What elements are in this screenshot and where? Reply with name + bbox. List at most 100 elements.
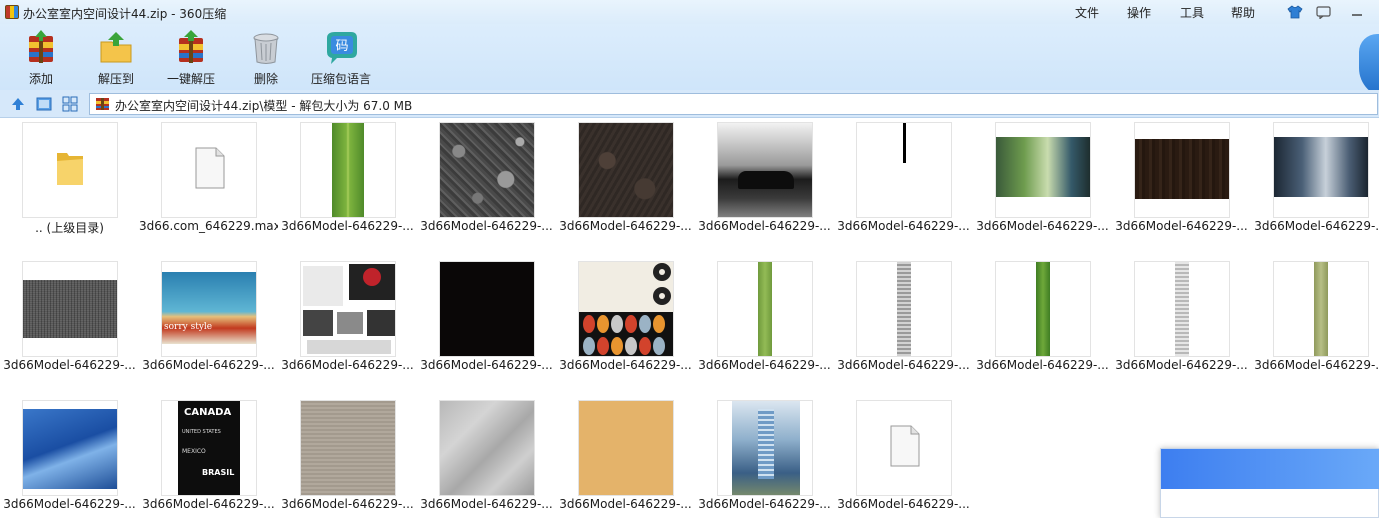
file-item[interactable]: 3d66Model-646229-... [278,119,417,253]
file-item[interactable]: 3d66Model-646229-... [1112,119,1251,253]
notification-popup[interactable] [1160,448,1379,518]
archive-language-icon: 码 [327,32,357,64]
file-item[interactable]: 3d66Model-646229-... [973,258,1112,392]
file-item[interactable]: 3d66Model-646229-... [417,258,556,392]
file-item[interactable]: 3d66Model-646229-... [695,397,834,518]
parent-directory-item[interactable]: .. (上级目录) [0,119,139,253]
file-item[interactable]: 3d66Model-646229-... [695,119,834,253]
svg-text:码: 码 [335,39,348,54]
file-name: 3d66Model-646229-... [142,358,275,372]
file-thumbnail [717,261,813,357]
strip-texture-thumbnail [1314,262,1328,356]
file-thumbnail [300,400,396,496]
file-name: 3d66Model-646229-... [3,358,136,372]
one-click-extract-button[interactable]: 一键解压 [156,30,226,87]
app-icon [5,5,19,19]
file-name: 3d66Model-646229-... [559,358,692,372]
file-item[interactable]: 3d66Model-646229-... [1112,258,1251,392]
file-name: 3d66Model-646229-... [420,219,553,233]
menu-help[interactable]: 帮助 [1231,4,1255,21]
file-name: 3d66Model-646229-... [559,497,692,511]
file-thumbnail [22,261,118,357]
file-thumbnail [578,261,674,357]
blue-poster-thumbnail [1274,137,1368,197]
up-arrow-icon[interactable] [9,95,27,113]
sand-texture-thumbnail [579,401,673,495]
title-bar: 办公室室内空间设计44.zip - 360压缩 文件 操作 工具 帮助 [0,0,1379,24]
gray-noise-thumbnail [23,280,117,338]
file-thumbnail [578,400,674,496]
add-button[interactable]: 添加 [6,30,76,87]
details-view-icon[interactable] [61,95,79,113]
file-item[interactable]: 3d66Model-646229-... [834,397,973,518]
building-render-thumbnail [732,401,800,495]
toolbar: 添加 解压到 一键解压 删除 码 压缩包语言 [0,24,1379,98]
rock-texture-thumbnail [440,123,534,217]
file-item[interactable]: 3d66Model-646229-... [834,119,973,253]
file-name: 3d66Model-646229-... [281,358,414,372]
file-thumbnail: sorry style [161,261,257,357]
file-name: 3d66Model-646229-... [698,219,831,233]
file-thumbnail: CANADA UNITED STATES MEXICO BRASIL [161,400,257,496]
file-thumbnail [439,400,535,496]
file-item[interactable]: 3d66Model-646229-... [556,258,695,392]
poster-thumbnail [996,137,1090,197]
file-item[interactable]: 3d66Model-646229-... [695,258,834,392]
file-thumbnail [22,400,118,496]
svg-text:MEXICO: MEXICO [182,448,206,455]
file-thumbnail [717,400,813,496]
file-name: 3d66Model-646229-... [281,497,414,511]
file-item[interactable]: 3d66Model-646229-... [1251,258,1379,392]
file-item[interactable]: 3d66Model-646229-... [556,119,695,253]
feedback-icon[interactable] [1315,4,1331,20]
strip-texture-thumbnail [897,262,911,356]
minimize-icon[interactable] [1349,4,1365,20]
menu-operation[interactable]: 操作 [1127,4,1151,21]
file-item[interactable]: 3d66Model-646229-... [556,397,695,518]
soil-texture-thumbnail [579,123,673,217]
fabric-texture-thumbnail [301,401,395,495]
delete-button[interactable]: 删除 [231,30,301,87]
security-shield-badge[interactable] [1359,34,1379,98]
file-item[interactable]: 3d66Model-646229-... [278,258,417,392]
file-name: 3d66Model-646229-... [976,358,1109,372]
file-thumbnail [717,122,813,218]
typography-map-thumbnail: CANADA UNITED STATES MEXICO BRASIL [178,401,240,495]
file-item[interactable]: 3d66Model-646229-... [0,397,139,518]
add-label: 添加 [28,72,53,86]
extract-to-label: 解压到 [97,72,134,86]
file-name: 3d66Model-646229-... [837,497,970,511]
strip-texture-thumbnail [758,262,772,356]
file-thumbnail [856,400,952,496]
file-item[interactable]: sorry style 3d66Model-646229-... [139,258,278,392]
skin-shirt-icon[interactable] [1287,4,1303,20]
one-click-extract-label: 一键解压 [166,72,215,86]
file-item[interactable]: 3d66Model-646229-... [417,397,556,518]
file-item[interactable]: 3d66Model-646229-... [0,258,139,392]
strip-texture-thumbnail [1175,262,1189,356]
menu-tools[interactable]: 工具 [1180,4,1204,21]
extract-to-button[interactable]: 解压到 [81,30,151,87]
file-item[interactable]: 3d66Model-646229-... [973,119,1112,253]
file-name: 3d66Model-646229-... [1115,219,1248,233]
file-name: 3d66Model-646229-... [142,497,275,511]
file-name: 3d66Model-646229-... [976,219,1109,233]
svg-text:CANADA: CANADA [184,407,231,418]
file-item[interactable]: 3d66Model-646229-... [278,397,417,518]
address-bar[interactable]: 办公室室内空间设计44.zip\模型 - 解包大小为 67.0 MB [89,93,1378,115]
address-row: 办公室室内空间设计44.zip\模型 - 解包大小为 67.0 MB [0,90,1379,118]
dark-wood-thumbnail [1135,139,1229,199]
archive-language-button[interactable]: 码 压缩包语言 [306,30,376,87]
extract-to-icon [100,32,132,63]
file-thumbnail [1273,261,1369,357]
file-item[interactable]: 3d66Model-646229-... [834,258,973,392]
file-item[interactable]: 3d66Model-646229-... [1251,119,1379,253]
file-item[interactable]: 3d66Model-646229-... [417,119,556,253]
file-thumbnail [300,122,396,218]
file-item[interactable]: 3d66.com_646229.max [139,119,278,253]
file-item[interactable]: CANADA UNITED STATES MEXICO BRASIL 3d66Model… [139,397,278,518]
menu-file[interactable]: 文件 [1075,4,1099,21]
svg-text:BRASIL: BRASIL [202,468,234,477]
file-name: 3d66Model-646229-... [698,497,831,511]
large-icons-view-icon[interactable] [35,95,53,113]
